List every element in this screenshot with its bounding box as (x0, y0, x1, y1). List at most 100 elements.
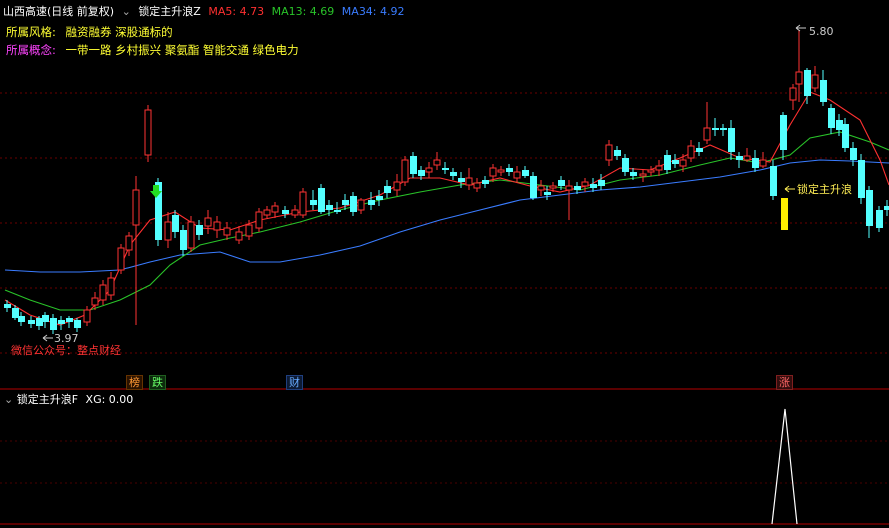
candle-body (836, 120, 843, 130)
candle-body (334, 210, 341, 212)
candle-body (811, 74, 819, 89)
candle-body (357, 199, 365, 211)
candle-body (180, 230, 187, 250)
candle-body (679, 159, 687, 167)
candle-body (866, 190, 873, 226)
candle-body (401, 159, 409, 183)
candle-body (425, 167, 433, 173)
candle-body (482, 180, 489, 184)
candle-body (107, 277, 115, 296)
candle-body (245, 224, 253, 237)
chevron-down-icon[interactable]: ⌄ (4, 393, 13, 406)
candle-body (605, 144, 613, 161)
candle-body (598, 180, 605, 186)
candle-body (326, 205, 333, 210)
candle-body (410, 156, 417, 174)
candle-body (263, 209, 271, 216)
candle-body (204, 217, 212, 227)
candle-body (537, 185, 545, 191)
candle-body (581, 181, 589, 187)
candle-body (752, 158, 759, 168)
candle-body (489, 167, 497, 177)
signal-arrow-icon (784, 185, 795, 193)
candle-body (418, 170, 425, 176)
candle-body (42, 315, 49, 322)
tag-bang[interactable]: 榜 (126, 375, 143, 390)
candle-body (4, 304, 11, 308)
candle-body (442, 168, 449, 170)
high-arrow-icon (795, 24, 806, 32)
candle-body (759, 159, 767, 167)
tag-die[interactable]: 跌 (149, 375, 166, 390)
candle-body (647, 169, 655, 173)
candle-body (91, 297, 99, 306)
candle-body (687, 145, 695, 159)
watermark-text: 微信公众号：整点财经 (11, 343, 121, 357)
candle-body (66, 318, 73, 322)
candle-body (74, 320, 81, 328)
candle-body (299, 191, 307, 216)
candle-body (522, 170, 529, 176)
candle-body (549, 185, 557, 189)
candle-body (664, 155, 671, 170)
candle-body (28, 320, 35, 324)
candle-body (450, 172, 457, 176)
candle-body (393, 181, 401, 191)
candle-body (614, 150, 621, 156)
candle-body (858, 160, 865, 198)
candle-body (530, 176, 537, 198)
candle-body (696, 148, 703, 152)
candle-body (770, 166, 777, 196)
candle-body (58, 320, 65, 324)
candle-body (780, 115, 787, 150)
high-label: 5.80 (809, 25, 834, 38)
candle-body (558, 180, 565, 186)
tag-zhang[interactable]: 涨 (776, 375, 793, 390)
candle-body (376, 196, 383, 200)
candle-body (223, 227, 231, 236)
candle-body (18, 316, 25, 322)
kline-chart[interactable]: 5.80 3.97 锁定主升浪 微信公众号：整点财经 (0, 0, 889, 528)
candle-body (506, 168, 513, 172)
candle-body (465, 177, 473, 186)
sub-panel-title[interactable]: 锁定主升浪F (17, 393, 78, 406)
candle-body (164, 221, 172, 241)
candle-body (574, 186, 581, 190)
candle-body (565, 185, 573, 191)
candle-body (50, 318, 57, 330)
signal-bar (781, 198, 788, 230)
candle-body (630, 172, 637, 176)
candle-body (125, 235, 133, 251)
candle-body (342, 200, 349, 205)
candle-body (83, 309, 91, 323)
candle-body (655, 165, 663, 171)
candle-body (12, 308, 19, 318)
candle-body (350, 196, 357, 212)
candle-body (828, 108, 835, 128)
candle-body (282, 210, 289, 214)
candle-body (544, 192, 551, 195)
candle-body (291, 209, 299, 216)
low-arrow-icon (42, 334, 53, 342)
candle-body (795, 71, 803, 85)
xg-spike (771, 408, 798, 525)
candle-body (255, 211, 263, 229)
candle-body (187, 221, 195, 249)
candle-body (820, 80, 827, 102)
candle-body (368, 200, 375, 205)
candle-body (132, 189, 140, 226)
candle-body (743, 155, 751, 161)
sub-panel-header: ⌄ 锁定主升浪F XG: 0.00 (4, 391, 133, 407)
tag-cai[interactable]: 财 (286, 375, 303, 390)
candle-body (703, 127, 711, 141)
candle-body (884, 206, 889, 210)
candle-body (213, 221, 221, 231)
candle-body (789, 87, 797, 101)
candle-body (384, 186, 391, 193)
candle-body (720, 128, 727, 130)
candle-body (712, 128, 719, 130)
candle-body (235, 231, 243, 241)
candle-body (36, 318, 43, 326)
candle-body (310, 200, 317, 205)
candle-body (117, 247, 125, 271)
